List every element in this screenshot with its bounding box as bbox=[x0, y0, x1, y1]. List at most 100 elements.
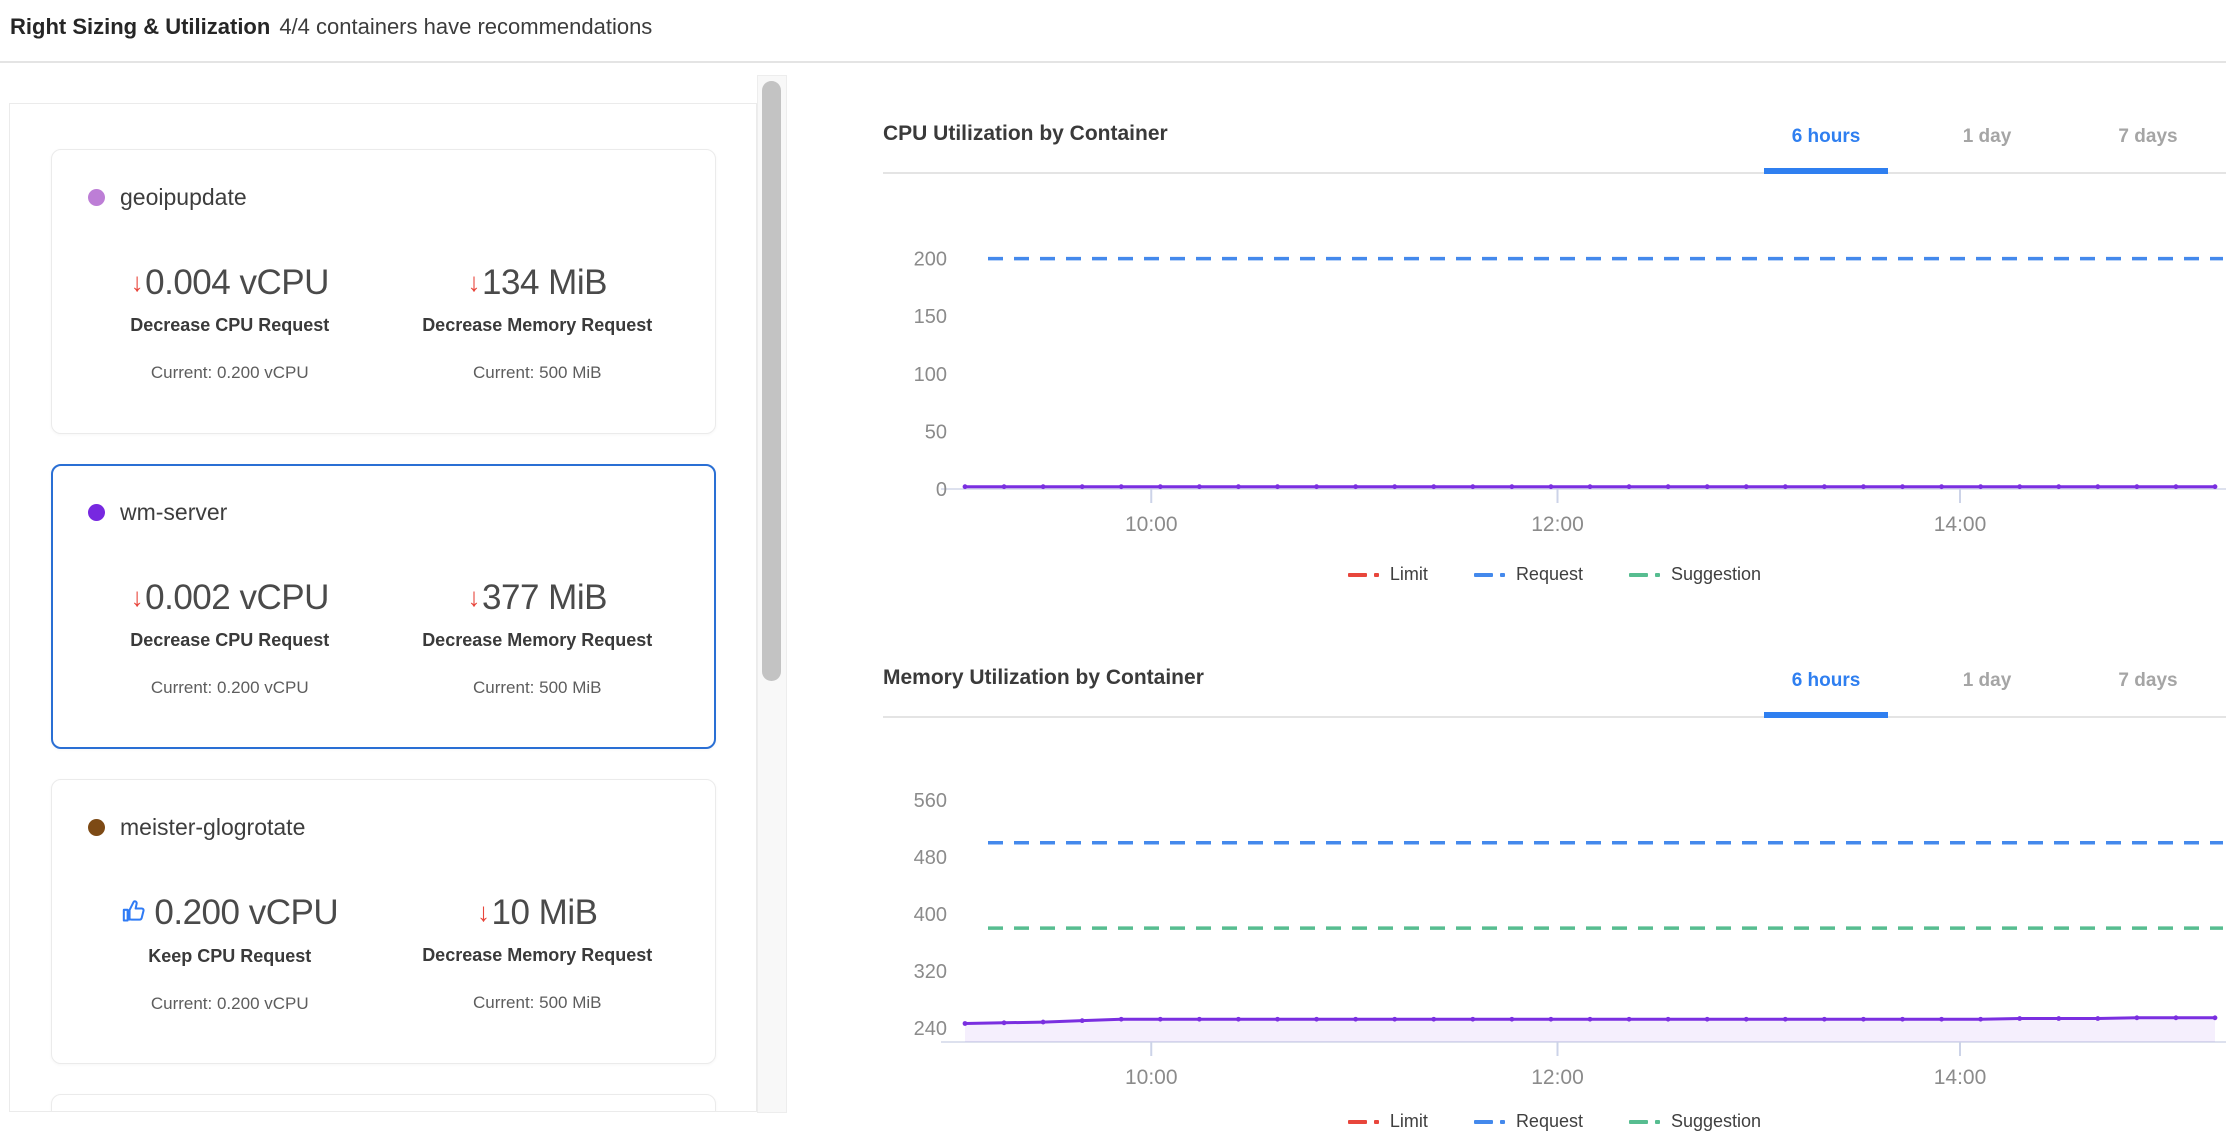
memory-chart-header: Memory Utilization by Container 6 hours1… bbox=[883, 648, 2226, 718]
legend-dot-icon bbox=[1655, 573, 1660, 577]
legend-label: Request bbox=[1516, 1111, 1583, 1132]
memory-action-label: Decrease Memory Request bbox=[384, 945, 692, 966]
svg-text:400: 400 bbox=[914, 904, 947, 926]
svg-text:200: 200 bbox=[914, 249, 947, 271]
cpu-action-label: Decrease CPU Request bbox=[76, 630, 384, 651]
cpu-value-text: 0.004 vCPU bbox=[145, 263, 329, 302]
svg-text:560: 560 bbox=[914, 790, 947, 812]
memory-current-value: Current: 500 MiB bbox=[384, 363, 692, 383]
container-name: wm-server bbox=[120, 499, 227, 526]
container-name-row: meister-glogrotate bbox=[88, 814, 691, 841]
tab-6-hours[interactable]: 6 hours bbox=[1750, 670, 1902, 716]
cpu-current-value: Current: 0.200 vCPU bbox=[76, 363, 384, 383]
container-recommendations-panel: geoipupdate↓0.004 vCPUDecrease CPU Reque… bbox=[9, 103, 757, 1112]
svg-text:14:00: 14:00 bbox=[1934, 513, 1987, 536]
right-sizing-page: Right Sizing & Utilization 4/4 containers… bbox=[0, 0, 2226, 1144]
legend-item-request[interactable]: Request bbox=[1474, 564, 1583, 585]
legend-dot-icon bbox=[1500, 1120, 1505, 1124]
legend-dot-icon bbox=[1500, 573, 1505, 577]
decrease-arrow-icon: ↓ bbox=[131, 582, 144, 612]
tab-7-days[interactable]: 7 days bbox=[2072, 670, 2224, 716]
container-card-wm-server[interactable]: wm-server↓0.002 vCPUDecrease CPU Request… bbox=[51, 464, 716, 749]
memory-chart-title: Memory Utilization by Container bbox=[883, 666, 1204, 690]
memory-value-text: 134 MiB bbox=[482, 263, 607, 302]
legend-item-limit[interactable]: Limit bbox=[1348, 1111, 1428, 1132]
memory-current-value: Current: 500 MiB bbox=[384, 678, 692, 698]
memory-recommended-value: ↓10 MiB bbox=[384, 893, 692, 933]
panel-scrollbar-track[interactable] bbox=[757, 75, 787, 1113]
cpu-value-text: 0.200 vCPU bbox=[154, 893, 338, 932]
memory-current-value: Current: 500 MiB bbox=[384, 993, 692, 1013]
memory-chart-legend: Limit Request Suggestion bbox=[883, 1111, 2226, 1132]
cpu-recommendation: 0.200 vCPUKeep CPU RequestCurrent: 0.200… bbox=[76, 893, 384, 1014]
svg-text:10:00: 10:00 bbox=[1125, 1066, 1178, 1089]
cpu-action-label: Keep CPU Request bbox=[76, 946, 384, 967]
svg-text:240: 240 bbox=[914, 1018, 947, 1040]
legend-label: Limit bbox=[1390, 1111, 1428, 1132]
memory-recommendation: ↓377 MiB Decrease Memory Request Current: … bbox=[384, 578, 692, 698]
cpu-timerange-tabs: 6 hours1 day7 days bbox=[1750, 126, 2224, 172]
decrease-arrow-icon: ↓ bbox=[131, 267, 144, 297]
cpu-action-label: Decrease CPU Request bbox=[76, 315, 384, 336]
svg-text:0: 0 bbox=[936, 479, 947, 501]
memory-recommended-value: ↓134 MiB bbox=[384, 263, 692, 303]
tab-7-days[interactable]: 7 days bbox=[2072, 126, 2224, 172]
legend-label: Suggestion bbox=[1671, 564, 1761, 585]
legend-dash-icon bbox=[1629, 1120, 1648, 1124]
recommendation-metrics: 0.200 vCPUKeep CPU RequestCurrent: 0.200… bbox=[76, 893, 691, 1014]
container-color-dot bbox=[88, 189, 105, 206]
thumbs-up-icon bbox=[121, 894, 148, 934]
decrease-arrow-icon: ↓ bbox=[477, 897, 490, 927]
cpu-value-text: 0.002 vCPU bbox=[145, 578, 329, 617]
container-card-geoipupdate[interactable]: geoipupdate ↓0.004 vCPU Decrease CPU Reque… bbox=[51, 149, 716, 434]
cpu-chart-title: CPU Utilization by Container bbox=[883, 122, 1168, 146]
legend-label: Suggestion bbox=[1671, 1111, 1761, 1132]
container-color-dot bbox=[88, 504, 105, 521]
svg-text:150: 150 bbox=[914, 306, 947, 328]
cpu-recommendation: ↓0.002 vCPU Decrease CPU Request Current: … bbox=[76, 578, 384, 698]
container-card-partial[interactable] bbox=[51, 1094, 716, 1112]
memory-value-text: 10 MiB bbox=[492, 893, 598, 932]
cpu-utilization-chart: 05010015020010:0012:0014:00 bbox=[883, 174, 2226, 540]
memory-recommendation: ↓10 MiB Decrease Memory Request Current: 5… bbox=[384, 893, 692, 1014]
container-color-dot bbox=[88, 819, 105, 836]
memory-recommendation: ↓134 MiBDecrease Memory RequestCurrent: … bbox=[384, 263, 692, 383]
legend-dot-icon bbox=[1655, 1120, 1660, 1124]
cpu-chart-legend: Limit Request Suggestion bbox=[883, 564, 2226, 585]
svg-text:12:00: 12:00 bbox=[1531, 513, 1584, 536]
legend-item-suggestion[interactable]: Suggestion bbox=[1629, 564, 1761, 585]
svg-text:12:00: 12:00 bbox=[1531, 1066, 1584, 1089]
charts-column: CPU Utilization by Container 6 hours1 da… bbox=[883, 0, 2226, 1144]
legend-dot-icon bbox=[1374, 1120, 1379, 1124]
legend-dash-icon bbox=[1474, 573, 1493, 577]
legend-dash-icon bbox=[1348, 1120, 1367, 1124]
container-card-meister-glogrotate[interactable]: meister-glogrotate 0.200 vCPU Keep CPU Req… bbox=[51, 779, 716, 1064]
legend-label: Limit bbox=[1390, 564, 1428, 585]
recommendation-metrics: ↓0.004 vCPU Decrease CPU Request Current: … bbox=[76, 263, 691, 383]
memory-utilization-section: Memory Utilization by Container 6 hours1… bbox=[883, 648, 2226, 1132]
page-subtitle: 4/4 containers have recommendations bbox=[279, 14, 652, 39]
page-title: Right Sizing & Utilization bbox=[10, 14, 270, 39]
legend-item-limit[interactable]: Limit bbox=[1348, 564, 1428, 585]
tab-1-day[interactable]: 1 day bbox=[1911, 670, 2063, 716]
memory-action-label: Decrease Memory Request bbox=[384, 630, 692, 651]
memory-recommended-value: ↓377 MiB bbox=[384, 578, 692, 618]
legend-item-suggestion[interactable]: Suggestion bbox=[1629, 1111, 1761, 1132]
svg-text:14:00: 14:00 bbox=[1934, 1066, 1987, 1089]
tab-6-hours[interactable]: 6 hours bbox=[1750, 126, 1902, 172]
cpu-current-value: Current: 0.200 vCPU bbox=[76, 678, 384, 698]
memory-timerange-tabs: 6 hours1 day7 days bbox=[1750, 670, 2224, 716]
tab-1-day[interactable]: 1 day bbox=[1911, 126, 2063, 172]
legend-label: Request bbox=[1516, 564, 1583, 585]
container-name-row: wm-server bbox=[88, 499, 691, 526]
memory-value-text: 377 MiB bbox=[482, 578, 607, 617]
decrease-arrow-icon: ↓ bbox=[468, 582, 481, 612]
svg-text:50: 50 bbox=[925, 421, 947, 443]
legend-item-request[interactable]: Request bbox=[1474, 1111, 1583, 1132]
container-name: geoipupdate bbox=[120, 184, 247, 211]
cpu-recommended-value: ↓0.004 vCPU bbox=[76, 263, 384, 303]
container-name-row: geoipupdate bbox=[88, 184, 691, 211]
recommendation-metrics: ↓0.002 vCPUDecrease CPU RequestCurrent: … bbox=[76, 578, 691, 698]
panel-scrollbar-thumb[interactable] bbox=[762, 81, 781, 681]
legend-dash-icon bbox=[1348, 573, 1367, 577]
